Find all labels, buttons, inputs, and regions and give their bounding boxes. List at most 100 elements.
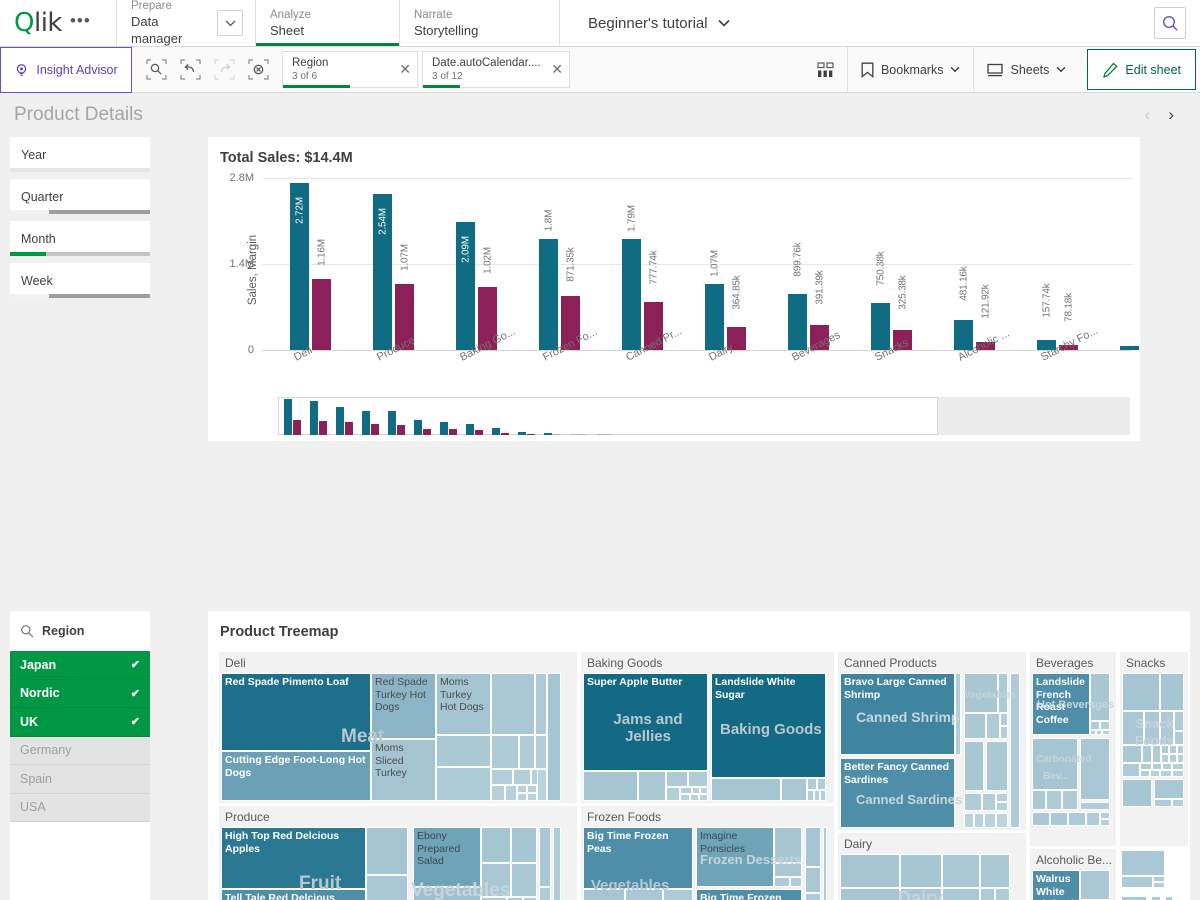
bar-group-canned-products[interactable]: 1.79M 777.74k <box>622 205 663 350</box>
clear-all-selections-icon[interactable] <box>246 58 270 82</box>
chip-close-icon-date[interactable]: ✕ <box>551 61 563 78</box>
chart-scrollbar[interactable] <box>278 397 1130 435</box>
treemap-leaf <box>900 854 942 888</box>
app-title-chevron-down-icon[interactable] <box>718 19 730 27</box>
bar-group-partial[interactable] <box>1120 346 1139 350</box>
qlik-logo[interactable]: Qlik <box>14 10 62 36</box>
treemap-leaf[interactable]: Cutting Edge Foot-Long Hot Dogs <box>221 751 371 801</box>
filter-week-label: Week <box>21 273 53 288</box>
treemap-leaf[interactable]: Super Apple Butter <box>583 673 708 771</box>
bar-group-produce[interactable]: 2.54M 1.07M <box>373 194 414 350</box>
treemap-group-body-baking: Super Apple Butter Landslide White Sugar… <box>583 673 832 801</box>
bar-margin-deli[interactable]: 1.16M <box>312 239 331 350</box>
nav-section-narrate[interactable]: Narrate Storytelling <box>399 0 559 46</box>
bar-chart-card[interactable]: Total Sales: $14.4M Sales, Margin 2.8M 1… <box>208 137 1140 441</box>
treemap-leaf[interactable]: Bravo Large Canned Shrimp <box>840 673 955 755</box>
treemap-group-snacks[interactable]: Snacks Snack Foods <box>1119 651 1189 847</box>
bar-sales-produce[interactable]: 2.54M <box>373 194 392 350</box>
treemap-group-alcoholic[interactable]: Alcoholic Be... Walrus White Zinfandel W… <box>1029 848 1117 900</box>
treemap-leaf <box>680 787 692 794</box>
treemap-leaf[interactable]: Moms Turkey Hot Dogs <box>436 673 491 735</box>
treemap-leaf <box>535 673 547 735</box>
filter-week[interactable]: Week <box>10 263 150 298</box>
bar-sales-dairy[interactable]: 1.07M <box>705 250 724 350</box>
treemap-leaf[interactable]: Better Fancy Canned Sardines <box>840 758 955 828</box>
selection-chip-region[interactable]: Region 3 of 6 ✕ <box>282 51 418 88</box>
bar-sales-deli[interactable]: 2.72M <box>290 183 309 350</box>
edit-sheet-button[interactable]: Edit sheet <box>1087 49 1196 90</box>
more-options-icon[interactable]: ••• <box>70 12 91 35</box>
region-filter-header[interactable]: Region <box>10 611 150 651</box>
treemap-leaf[interactable]: Tell Tale Red Delcious Apples <box>221 889 366 900</box>
filter-year[interactable]: Year <box>10 137 150 172</box>
treemap-group-produce[interactable]: Produce High Top Red Delcious Apples Tel… <box>218 805 578 900</box>
treemap-leaf[interactable]: Imagine Ponsicles <box>696 827 774 887</box>
chart-scroll-minibars <box>284 399 613 435</box>
bar-sales-partial[interactable] <box>1120 346 1139 350</box>
treemap-group-frozen-foods[interactable]: Frozen Foods Big Time Frozen Peas Imagin… <box>580 805 835 900</box>
treemap-leaf[interactable]: Big Time Frozen Cheese Pizza <box>696 889 802 900</box>
treemap-leaf[interactable]: Walrus White Zinfandel Wine <box>1032 870 1080 900</box>
filter-quarter[interactable]: Quarter <box>10 179 150 214</box>
treemap-group-beverages[interactable]: Beverages Landslide French Roast Coffee <box>1029 651 1117 847</box>
chevron-down-icon[interactable] <box>217 10 243 36</box>
bar-sales-frozen[interactable]: 1.8M <box>539 210 558 350</box>
bar-sales-beverages[interactable]: 899.76k <box>788 242 807 350</box>
app-title-zone[interactable]: Beginner's tutorial <box>559 0 1154 46</box>
nav-section-prepare[interactable]: Prepare Data manager <box>117 0 217 46</box>
treemap-group-baking-goods[interactable]: Baking Goods Super Apple Butter Landslid… <box>580 651 835 804</box>
treemap-leaf[interactable]: Red Spade Pimento Loaf <box>221 673 371 751</box>
nav-section-analyze[interactable]: Analyze Sheet <box>255 0 399 46</box>
treemap-leaf <box>817 778 826 790</box>
selection-search-icon[interactable] <box>144 58 168 82</box>
bar-sales-baking[interactable]: 2.09M <box>456 222 475 350</box>
treemap-group-body-deli: Red Spade Pimento Loaf Cutting Edge Foot… <box>221 673 575 801</box>
treemap-leaf <box>840 854 900 888</box>
treemap-leaf <box>1010 673 1020 828</box>
region-item-japan[interactable]: Japan ✔ <box>10 651 150 680</box>
step-back-icon[interactable] <box>178 58 202 82</box>
global-search-button[interactable] <box>1154 7 1186 39</box>
bar-sales-snacks[interactable]: 750.38k <box>871 251 890 350</box>
treemap-group-canned-products[interactable]: Canned Products Bravo Large Canned Shrim… <box>837 651 1027 831</box>
region-item-spain[interactable]: Spain <box>10 765 150 794</box>
treemap-leaf <box>517 785 527 793</box>
bar-sales-canned[interactable]: 1.79M <box>622 205 641 350</box>
sheets-chevron-down-icon <box>1056 66 1066 73</box>
nav-analyze-main: Sheet <box>270 22 304 38</box>
bar-group-deli[interactable]: 2.72M 1.16M <box>290 183 331 350</box>
selection-chip-date[interactable]: Date.autoCalendar.... 3 of 12 ✕ <box>422 51 570 88</box>
treemap-leaf[interactable]: Landslide White Sugar <box>711 673 826 778</box>
treemap-leaf[interactable]: High Top Red Delcious Apples <box>221 827 366 889</box>
bar-label-margin-dairy: 364.85k <box>731 275 742 310</box>
treemap-card[interactable]: Product Treemap Deli Red Spade Pimento L… <box>208 611 1190 900</box>
bar-group-baking-goods[interactable]: 2.09M 1.02M <box>456 222 497 350</box>
bar-group-dairy[interactable]: 1.07M 364.85k <box>705 250 746 350</box>
treemap-leaf[interactable]: Big Time Frozen Peas <box>583 827 693 889</box>
chip-close-icon-region[interactable]: ✕ <box>399 61 411 78</box>
bar-group-frozen-foods[interactable]: 1.8M 871.35k <box>539 210 580 350</box>
bookmarks-chevron-down-icon <box>950 66 960 73</box>
treemap-group-snacks-overflow[interactable] <box>1119 848 1189 900</box>
region-item-uk[interactable]: UK ✔ <box>10 708 150 737</box>
filter-month[interactable]: Month <box>10 221 150 256</box>
treemap-leaf[interactable]: Ebony Prepared Salad <box>413 827 481 887</box>
treemap-leaf[interactable]: Moms Sliced Turkey <box>371 739 436 801</box>
region-item-nordic[interactable]: Nordic ✔ <box>10 679 150 708</box>
treemap-leaf[interactable]: Landslide French Roast Coffee <box>1032 673 1090 735</box>
treemap-group-dairy[interactable]: Dairy Dairy <box>837 832 1027 900</box>
treemap-leaf[interactable]: Red Spade Turkey Hot Dogs <box>371 673 436 739</box>
search-icon[interactable] <box>20 624 34 638</box>
next-sheet-icon[interactable]: › <box>1168 105 1174 125</box>
region-filter-card[interactable]: Region Japan ✔ Nordic ✔ UK ✔ Germany Spa… <box>10 611 150 900</box>
insight-advisor-button[interactable]: Insight Advisor <box>0 47 132 93</box>
region-item-germany[interactable]: Germany <box>10 736 150 765</box>
treemap-group-body-canned: Bravo Large Canned Shrimp Better Fancy C… <box>840 673 1024 828</box>
chip-text-region: Region 3 of 6 <box>292 56 391 83</box>
sheets-button[interactable]: Sheets <box>973 47 1079 92</box>
treemap-group-deli[interactable]: Deli Red Spade Pimento Loaf Cutting Edge… <box>218 651 578 804</box>
search-icon <box>1162 15 1179 32</box>
region-item-usa[interactable]: USA <box>10 793 150 822</box>
sheet-grid-view-button[interactable] <box>804 47 847 92</box>
bookmarks-button[interactable]: Bookmarks <box>846 47 974 92</box>
